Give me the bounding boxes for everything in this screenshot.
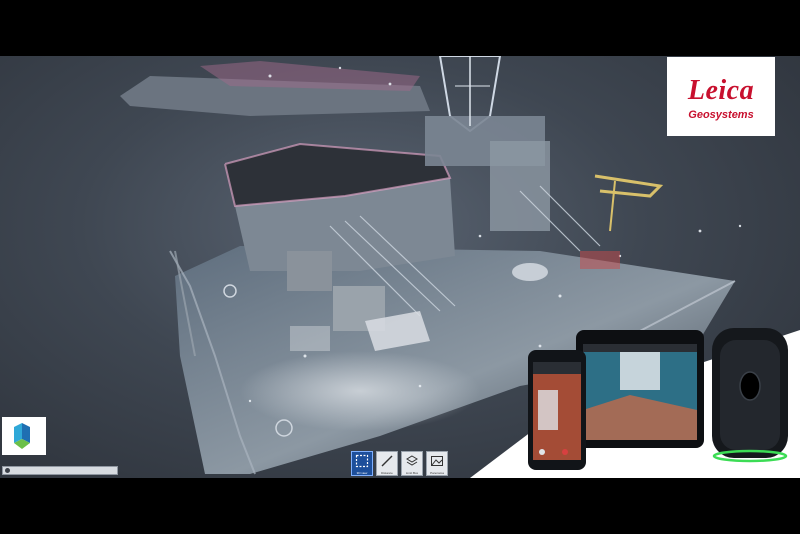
layers-icon bbox=[406, 455, 418, 466]
tool-layers[interactable]: Limit Box bbox=[401, 451, 423, 476]
tool-label: Panorama bbox=[430, 471, 444, 475]
tool-label: 3D view bbox=[356, 471, 368, 475]
brand-name: Leica bbox=[687, 75, 755, 106]
tool-label: Distance bbox=[381, 471, 393, 475]
status-bar bbox=[2, 466, 118, 475]
crane bbox=[594, 174, 664, 198]
viewer-toolbar: 3D view Distance Limit Box Panorama bbox=[351, 451, 448, 476]
leica-logo: Leica Geosystems bbox=[667, 57, 775, 136]
brand-subtitle: Geosystems bbox=[688, 109, 754, 121]
app-logo bbox=[2, 417, 46, 455]
hexagon-logo-icon bbox=[14, 423, 30, 449]
tablet-device bbox=[576, 330, 704, 448]
select-box-icon bbox=[355, 454, 369, 468]
tool-measure[interactable]: Distance bbox=[376, 451, 398, 476]
blk360-scanner bbox=[712, 328, 788, 463]
measure-icon bbox=[381, 455, 393, 467]
phone-device bbox=[528, 350, 586, 470]
round-table bbox=[512, 263, 548, 281]
kiosk bbox=[287, 251, 332, 291]
tool-label: Limit Box bbox=[405, 471, 419, 475]
tool-photo[interactable]: Panorama bbox=[426, 451, 448, 476]
photo-icon bbox=[431, 456, 443, 466]
devices-illustration bbox=[470, 328, 800, 478]
tool-select-box[interactable]: 3D view bbox=[351, 451, 373, 476]
status-dot-icon bbox=[5, 468, 10, 473]
product-devices bbox=[470, 300, 800, 478]
